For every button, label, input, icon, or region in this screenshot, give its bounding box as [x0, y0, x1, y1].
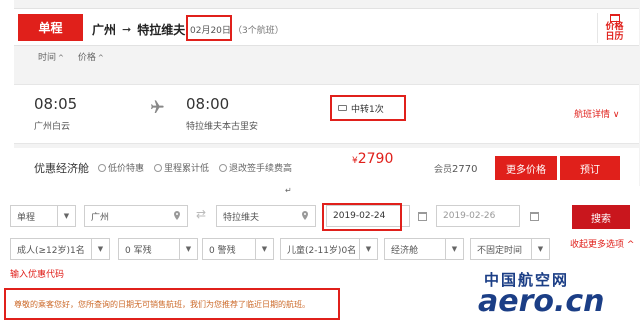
arrival-time: 08:00	[186, 95, 230, 113]
time-select[interactable]: 不固定时间 ▼	[470, 238, 550, 260]
swap-icon[interactable]: ⇄	[196, 207, 206, 221]
depart-date-highlight	[322, 203, 402, 231]
fare-features: 低价特惠 里程累计低 退改签手续费高	[98, 161, 292, 174]
calendar-icon[interactable]	[526, 206, 542, 226]
sort-by-price[interactable]: 价格 ^	[78, 50, 104, 63]
transfer-badge: 中转1次	[330, 95, 406, 121]
route-title: 广州 ➞ 特拉维夫	[92, 21, 185, 38]
flight-detail-link[interactable]: 航班详情 ∨	[574, 107, 619, 120]
price-calendar-button[interactable]: 价格 日历	[597, 13, 631, 43]
route-header: 单程 广州 ➞ 特拉维夫 02月20日 （3个航班） 价格 日历	[14, 8, 639, 46]
promo-code-link[interactable]: 输入优惠代码	[10, 267, 64, 280]
fare-name: 优惠经济舱	[34, 162, 89, 175]
info-icon	[154, 163, 163, 172]
feature-item: 低价特惠	[98, 161, 144, 174]
tag-icon	[338, 105, 347, 111]
transfer-text: 中转1次	[351, 104, 384, 115]
chevron-down-icon: ▼	[445, 239, 463, 259]
chevron-down-icon: ▼	[359, 239, 377, 259]
location-pin-icon	[173, 211, 181, 224]
origin-input[interactable]: 广州	[84, 205, 188, 227]
flight-card: 08:05 广州白云 08:00 特拉维夫本古里安 中转1次 航班详情 ∨	[14, 84, 639, 144]
trip-type-tab[interactable]: 单程	[18, 14, 83, 41]
chevron-down-icon: ▼	[57, 206, 75, 226]
calendar-icon[interactable]	[414, 206, 430, 226]
member-price: 会员2770	[434, 164, 478, 175]
info-icon	[98, 163, 106, 172]
no-flight-notice: 尊敬的乘客您好，您所查询的日期无可销售航班，我们为您推荐了临近日期的航班。	[14, 300, 310, 309]
calendar-icon	[609, 14, 620, 22]
destination-city: 特拉维夫	[137, 23, 186, 37]
origin-city: 广州	[92, 23, 117, 37]
chevron-down-icon: ▼	[91, 239, 109, 259]
chevron-down-icon: ▼	[179, 239, 197, 259]
flight-count: （3个航班）	[233, 26, 284, 36]
fare-price: ¥2790	[352, 151, 394, 167]
watermark-english: aero.cn	[478, 284, 605, 319]
adult-select[interactable]: 成人(≥12岁)1名 ▼	[10, 238, 110, 260]
fare-row: 优惠经济舱 低价特惠 里程累计低 退改签手续费高 ¥2790 会员2770 更多…	[14, 148, 639, 186]
search-button[interactable]: 搜索	[572, 205, 630, 229]
police-select[interactable]: 0 警残 ▼	[202, 238, 274, 260]
departure-time: 08:05	[34, 95, 78, 113]
departure-airport: 广州白云	[34, 122, 71, 132]
feature-item: 退改签手续费高	[219, 161, 292, 174]
arrow-right-icon: ➞	[122, 23, 132, 36]
chevron-down-icon: ▼	[255, 239, 273, 259]
military-select[interactable]: 0 军残 ▼	[118, 238, 198, 260]
trip-type-select[interactable]: 单程 ▼	[10, 205, 76, 227]
return-date-input[interactable]: 2019-02-26	[436, 205, 520, 227]
return-mark: ↵	[285, 186, 292, 195]
chevron-down-icon: ▼	[531, 239, 549, 259]
calendar-label-1: 价格	[605, 22, 624, 32]
arrival-airport: 特拉维夫本古里安	[186, 122, 259, 132]
book-button[interactable]: 预订	[560, 156, 620, 180]
flight-result-panel: 单程 广州 ➞ 特拉维夫 02月20日 （3个航班） 价格 日历 时间 ^ 价格 ^…	[14, 0, 640, 186]
feature-item: 里程累计低	[154, 161, 209, 174]
location-pin-icon	[301, 211, 309, 224]
flight-date: 02月20日	[190, 26, 231, 36]
calendar-label-2: 日历	[605, 32, 624, 42]
sort-bar: 时间 ^ 价格 ^	[38, 50, 104, 63]
collapse-options-link[interactable]: 收起更多选项 ^	[570, 237, 634, 250]
chevron-up-icon: ^	[97, 54, 104, 62]
sort-by-time[interactable]: 时间 ^	[38, 50, 64, 63]
destination-input[interactable]: 特拉维夫	[216, 205, 316, 227]
child-select[interactable]: 儿童(2-11岁)0名 ▼	[280, 238, 378, 260]
cabin-select[interactable]: 经济舱 ▼	[384, 238, 464, 260]
more-prices-button[interactable]: 更多价格	[495, 156, 557, 180]
info-icon	[219, 163, 228, 172]
chevron-up-icon: ^	[58, 54, 64, 62]
plane-icon	[151, 100, 164, 113]
